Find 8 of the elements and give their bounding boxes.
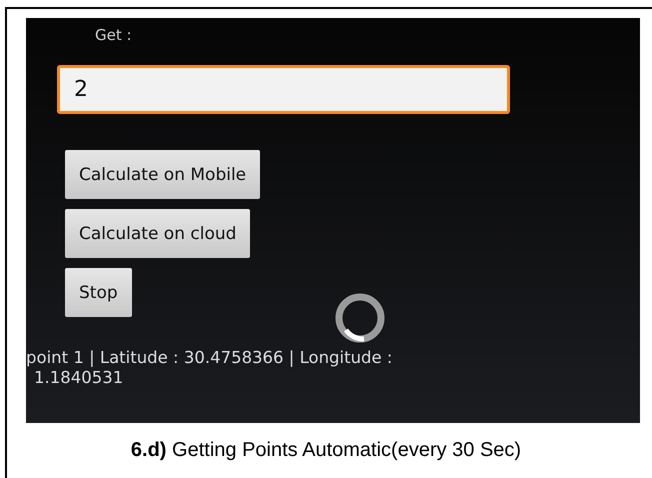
get-label: Get : — [95, 26, 132, 44]
calculate-button[interactable]: Stop — [65, 268, 132, 317]
input-field[interactable]: 2 — [57, 65, 510, 114]
figure-caption: 6.d) Getting Points Automatic(every 30 Sec) — [130, 439, 522, 461]
calculate-button[interactable]: Calculate on cloud — [65, 209, 250, 258]
calculate-button[interactable]: Calculate on Mobile — [65, 150, 260, 199]
result-text: 1.1840531 — [33, 368, 124, 388]
result-text: point 1 | Latitude : 30.4758366 | Longitude : — [26, 348, 394, 368]
